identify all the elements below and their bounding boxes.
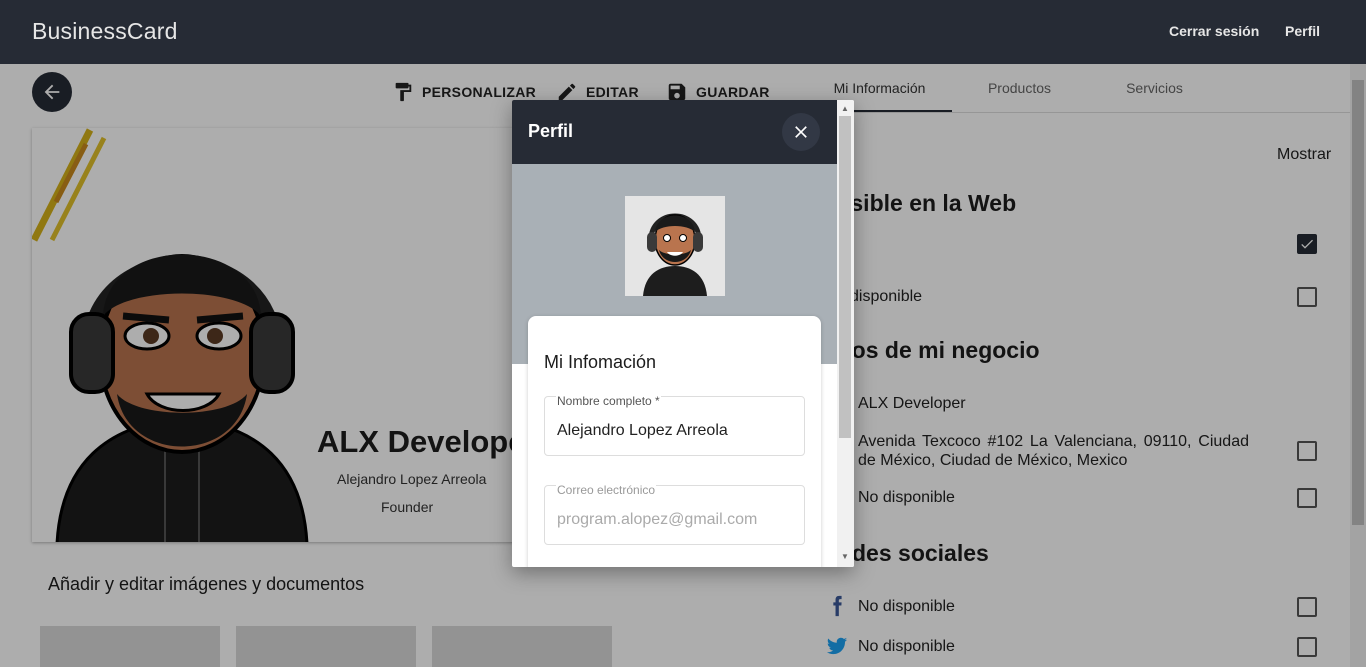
profile-avatar[interactable] [625,196,725,296]
full-name-value[interactable]: Alejandro Lopez Arreola [557,422,728,440]
dialog-scrollbar-thumb[interactable] [839,116,851,438]
profile-form-card: Mi Infomación Nombre completo * Alejandr… [528,316,821,567]
dialog-header: Perfil [512,100,837,164]
dialog-title: Perfil [528,121,574,141]
email-label: Correo electrónico [556,483,657,497]
form-title: Mi Infomación [544,352,657,372]
brand-logo[interactable]: BusinessCard [32,18,178,45]
scroll-up-arrow-icon[interactable]: ▲ [841,104,849,113]
email-value: program.alopez@gmail.com [557,511,758,528]
profile-dialog: Perfil Mi Infomación Nombre completo * A… [512,100,854,567]
logout-link[interactable]: Cerrar sesión [1169,23,1259,39]
avatar-illustration [643,213,707,296]
email-field: Correo electrónico program.alopez@gmail.… [544,483,805,545]
scroll-down-arrow-icon[interactable]: ▼ [841,552,849,561]
full-name-field[interactable]: Nombre completo * Alejandro Lopez Arreol… [544,394,805,456]
close-button[interactable] [782,113,820,151]
close-icon [795,126,807,138]
profile-link[interactable]: Perfil [1285,23,1320,39]
app-header: BusinessCard Cerrar sesión Perfil [0,0,1366,64]
full-name-label: Nombre completo * [556,394,661,408]
